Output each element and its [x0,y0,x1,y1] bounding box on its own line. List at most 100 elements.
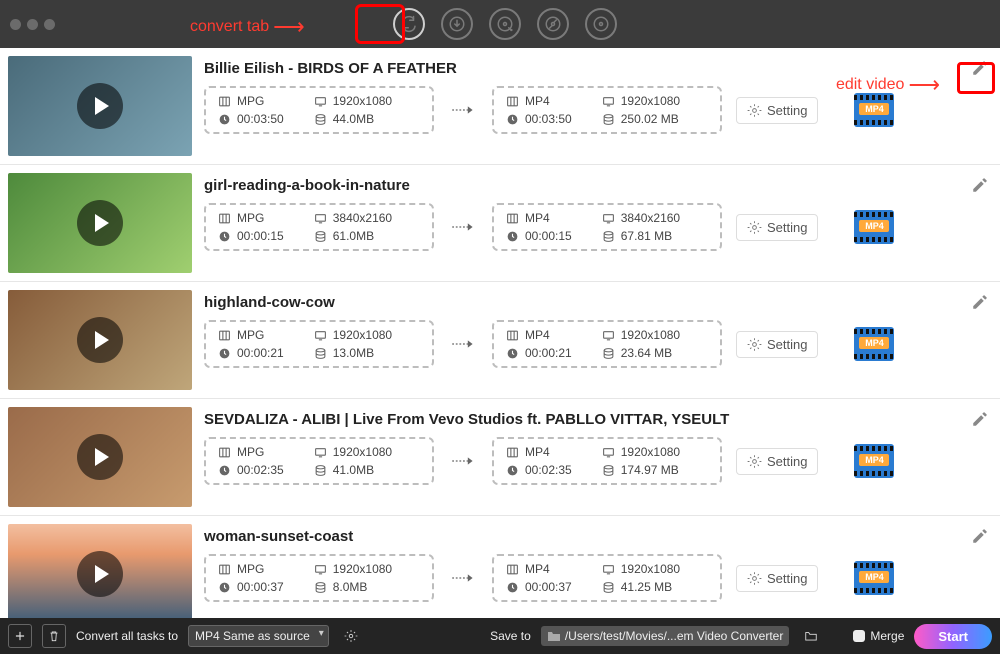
output-settings-button[interactable] [339,624,363,648]
video-title: woman-sunset-coast [204,528,968,545]
output-format-icon[interactable]: MP4 [854,93,894,127]
src-duration: 00:00:15 [218,229,284,243]
max-dot[interactable] [44,19,55,30]
dst-duration: 00:00:37 [506,580,572,594]
dst-filesize: 67.81 MB [602,229,680,243]
setting-button[interactable]: Setting [736,97,818,124]
arrow-convert-icon [448,220,478,234]
video-thumbnail[interactable] [8,407,192,507]
tab-bar [393,8,617,40]
arrow-right-icon: ⟶ [273,14,305,40]
output-format-icon[interactable]: MP4 [854,444,894,478]
dst-info-box: MP4 00:00:37 1920x1080 41.25 MB [492,554,722,602]
video-row: Billie Eilish - BIRDS OF A FEATHER MPG 0… [0,48,1000,165]
src-duration: 00:00:37 [218,580,284,594]
src-resolution: 3840x2160 [314,211,392,225]
merge-label: Merge [870,629,904,643]
close-dot[interactable] [10,19,21,30]
arrow-convert-icon [448,454,478,468]
open-folder-button[interactable] [799,624,823,648]
src-filesize: 41.0MB [314,463,392,477]
edit-video-button[interactable] [968,173,992,197]
video-thumbnail[interactable] [8,290,192,390]
setting-button[interactable]: Setting [736,214,818,241]
tab-addmedia[interactable] [489,8,521,40]
src-resolution: 1920x1080 [314,94,392,108]
video-thumbnail[interactable] [8,524,192,618]
src-resolution: 1920x1080 [314,562,392,576]
play-button[interactable] [77,83,123,129]
output-format-icon[interactable]: MP4 [854,210,894,244]
dst-info-box: MP4 00:03:50 1920x1080 250.02 MB [492,86,722,134]
dst-format: MP4 [506,445,572,459]
src-format: MPG [218,445,284,459]
tab-convert[interactable] [393,8,425,40]
video-thumbnail[interactable] [8,56,192,156]
annotation-edit-video: edit video ⟶ [836,72,940,98]
save-path-field[interactable]: /Users/test/Movies/...em Video Converter [541,626,790,646]
src-duration: 00:02:35 [218,463,284,477]
format-badge: MP4 [859,571,889,583]
play-button[interactable] [77,434,123,480]
dst-info-box: MP4 00:00:15 3840x2160 67.81 MB [492,203,722,251]
setting-button[interactable]: Setting [736,448,818,475]
src-info-box: MPG 00:00:37 1920x1080 8.0MB [204,554,434,602]
dst-format: MP4 [506,328,572,342]
annotation-convert-tab: convert tab ⟶ [190,14,305,40]
save-path-value: /Users/test/Movies/...em Video Converter [565,629,784,643]
start-button[interactable]: Start [914,624,992,649]
output-format-select[interactable]: MP4 Same as source [188,625,329,647]
convert-all-label: Convert all tasks to [76,629,178,643]
dst-resolution: 1920x1080 [602,94,680,108]
format-badge: MP4 [859,337,889,349]
play-button[interactable] [77,317,123,363]
edit-video-button[interactable] [968,407,992,431]
video-thumbnail[interactable] [8,173,192,273]
traffic-lights[interactable] [10,19,55,30]
dst-duration: 00:02:35 [506,463,572,477]
video-title: SEVDALIZA - ALIBI | Live From Vevo Studi… [204,411,968,428]
tab-download[interactable] [441,8,473,40]
dst-filesize: 41.25 MB [602,580,680,594]
arrow-convert-icon [448,103,478,117]
dst-resolution: 1920x1080 [602,328,680,342]
dst-resolution: 1920x1080 [602,562,680,576]
src-resolution: 1920x1080 [314,328,392,342]
start-button-label: Start [938,629,968,644]
src-filesize: 61.0MB [314,229,392,243]
clear-task-button[interactable] [42,624,66,648]
dst-info-box: MP4 00:00:21 1920x1080 23.64 MB [492,320,722,368]
merge-checkbox[interactable] [853,630,865,642]
add-task-button[interactable] [8,624,32,648]
video-row: girl-reading-a-book-in-nature MPG 00:00:… [0,165,1000,282]
video-list: Billie Eilish - BIRDS OF A FEATHER MPG 0… [0,48,1000,618]
output-format-icon[interactable]: MP4 [854,327,894,361]
play-button[interactable] [77,551,123,597]
edit-video-button[interactable] [968,524,992,548]
tab-toolbox[interactable] [585,8,617,40]
output-format-icon[interactable]: MP4 [854,561,894,595]
play-button[interactable] [77,200,123,246]
dst-info-box: MP4 00:02:35 1920x1080 174.97 MB [492,437,722,485]
edit-video-button[interactable] [968,290,992,314]
video-title: highland-cow-cow [204,294,968,311]
setting-button[interactable]: Setting [736,331,818,358]
annotation-convert-text: convert tab [190,18,269,36]
output-format-value: MP4 Same as source [195,629,310,643]
edit-video-button[interactable] [968,56,992,80]
bottombar: Convert all tasks to MP4 Same as source … [0,618,1000,654]
tab-compress[interactable] [537,8,569,40]
src-duration: 00:00:21 [218,346,284,360]
merge-toggle[interactable]: Merge [853,629,904,643]
arrow-right-icon: ⟶ [908,72,940,98]
src-format: MPG [218,94,284,108]
min-dot[interactable] [27,19,38,30]
setting-label: Setting [767,103,807,118]
src-duration: 00:03:50 [218,112,284,126]
topbar: convert tab ⟶ [0,0,1000,48]
video-row: woman-sunset-coast MPG 00:00:37 1920x108… [0,516,1000,618]
src-resolution: 1920x1080 [314,445,392,459]
setting-button[interactable]: Setting [736,565,818,592]
src-format: MPG [218,328,284,342]
video-title: girl-reading-a-book-in-nature [204,177,968,194]
